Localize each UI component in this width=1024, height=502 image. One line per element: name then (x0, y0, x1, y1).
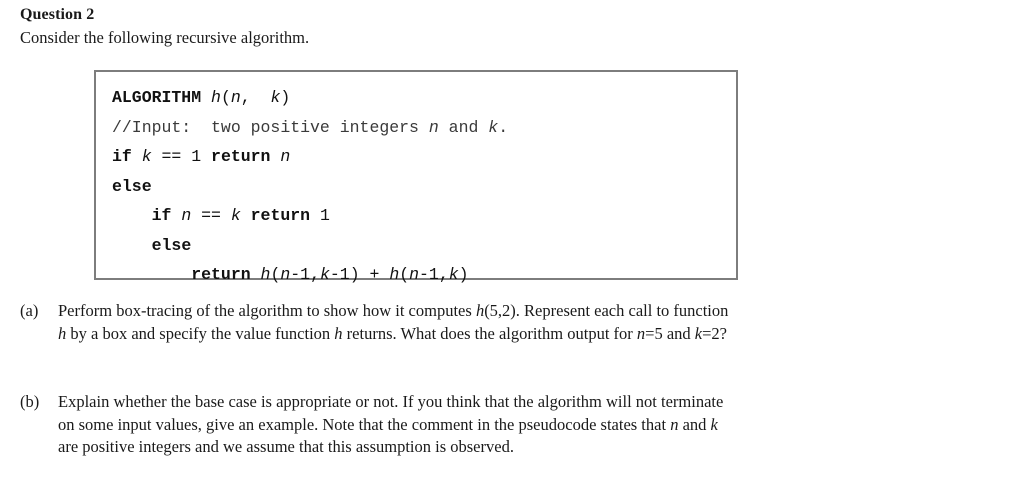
part-b-label: (b) (20, 392, 40, 411)
code-keyword: if (112, 147, 132, 166)
algorithm-code-listing: ALGORITHM h(n, k)//Input: two positive i… (112, 83, 508, 290)
part-text-line: h by a box and specify the value functio… (58, 323, 1010, 346)
code-text: ) (280, 88, 291, 107)
body-text: on some input values, give an example. N… (58, 414, 671, 434)
body-text: =2? (702, 323, 727, 343)
code-text: -1) + (329, 265, 390, 284)
code-variable: n (230, 88, 241, 107)
part-text-line: Perform box-tracing of the algorithm to … (58, 300, 1010, 323)
code-variable: n (181, 206, 192, 225)
code-line: return h(n-1,k-1) + h(n-1,k) (112, 260, 508, 290)
code-variable: h (260, 265, 271, 284)
code-line: //Input: two positive integers n and k. (112, 113, 508, 143)
code-comment-variable: n (428, 117, 439, 137)
code-variable: n (409, 265, 420, 284)
code-text: -1, (419, 265, 449, 284)
question-part-b: (b) Explain whether the base case is app… (20, 391, 1012, 459)
code-line: ALGORITHM h(n, k) (112, 83, 508, 113)
code-text: ( (270, 265, 281, 284)
code-text: ( (399, 265, 410, 284)
math-variable: k (710, 414, 718, 434)
math-variable: n (636, 323, 646, 343)
code-keyword: return (250, 206, 311, 225)
body-text: Perform box-tracing of the algorithm to … (58, 301, 476, 320)
code-variable: k (141, 147, 152, 166)
code-keyword: if (151, 206, 172, 225)
code-comment: . (498, 117, 509, 137)
code-text: == 1 (151, 147, 212, 166)
body-text: returns. What does the algorithm output … (342, 323, 637, 343)
math-variable: k (694, 323, 703, 343)
question-part-a: (a) Perform box-tracing of the algorithm… (20, 300, 1012, 345)
code-variable: k (270, 88, 281, 107)
part-text-line: Explain whether the base case is appropr… (58, 391, 1010, 414)
code-line: else (112, 231, 508, 261)
body-text: Explain whether the base case is appropr… (58, 392, 724, 411)
code-variable: k (319, 265, 330, 284)
body-text: are positive integers and we assume that… (58, 437, 514, 456)
code-keyword: else (151, 235, 192, 255)
question-intro-text: Consider the following recursive algorit… (20, 28, 310, 47)
code-text: 1 (310, 206, 330, 225)
code-variable: n (280, 147, 291, 166)
code-variable: h (211, 88, 221, 107)
code-keyword: else (112, 176, 152, 196)
body-text: by a box and specify the value function (66, 323, 335, 343)
code-text: , (240, 88, 271, 107)
code-text: ( (220, 88, 231, 107)
code-comment: //Input: two positive integers (112, 117, 429, 137)
math-variable: h (334, 323, 343, 343)
part-a-body: Perform box-tracing of the algorithm to … (58, 300, 1010, 345)
body-text: (5,2). Represent each call to function (484, 301, 729, 320)
code-text: -1, (290, 265, 320, 284)
code-comment-variable: k (488, 117, 499, 137)
code-variable: h (389, 265, 400, 284)
algorithm-pseudocode-box: ALGORITHM h(n, k)//Input: two positive i… (94, 70, 738, 284)
code-line: if k == 1 return n (112, 142, 508, 172)
code-text: ) (458, 265, 469, 284)
math-variable: h (58, 323, 67, 343)
page-title: Question 2 (20, 6, 95, 23)
code-line: else (112, 172, 508, 202)
document-page: Question 2 Consider the following recurs… (0, 0, 1024, 502)
code-line: if n == k return 1 (112, 201, 508, 231)
body-text: =5 and (645, 323, 695, 343)
code-keyword: return (191, 265, 251, 284)
part-b-body: Explain whether the base case is appropr… (58, 391, 1010, 459)
code-variable: k (230, 206, 241, 225)
math-variable: h (475, 301, 485, 320)
body-text: and (678, 414, 711, 434)
code-variable: n (280, 265, 291, 284)
code-keyword: ALGORITHM (112, 88, 202, 107)
code-text: == (191, 206, 231, 225)
code-variable: k (448, 265, 459, 284)
part-text-line: are positive integers and we assume that… (58, 436, 1010, 459)
code-keyword: return (211, 147, 271, 166)
part-a-label: (a) (20, 301, 39, 320)
part-text-line: on some input values, give an example. N… (58, 414, 1010, 437)
code-comment: and (438, 117, 489, 137)
